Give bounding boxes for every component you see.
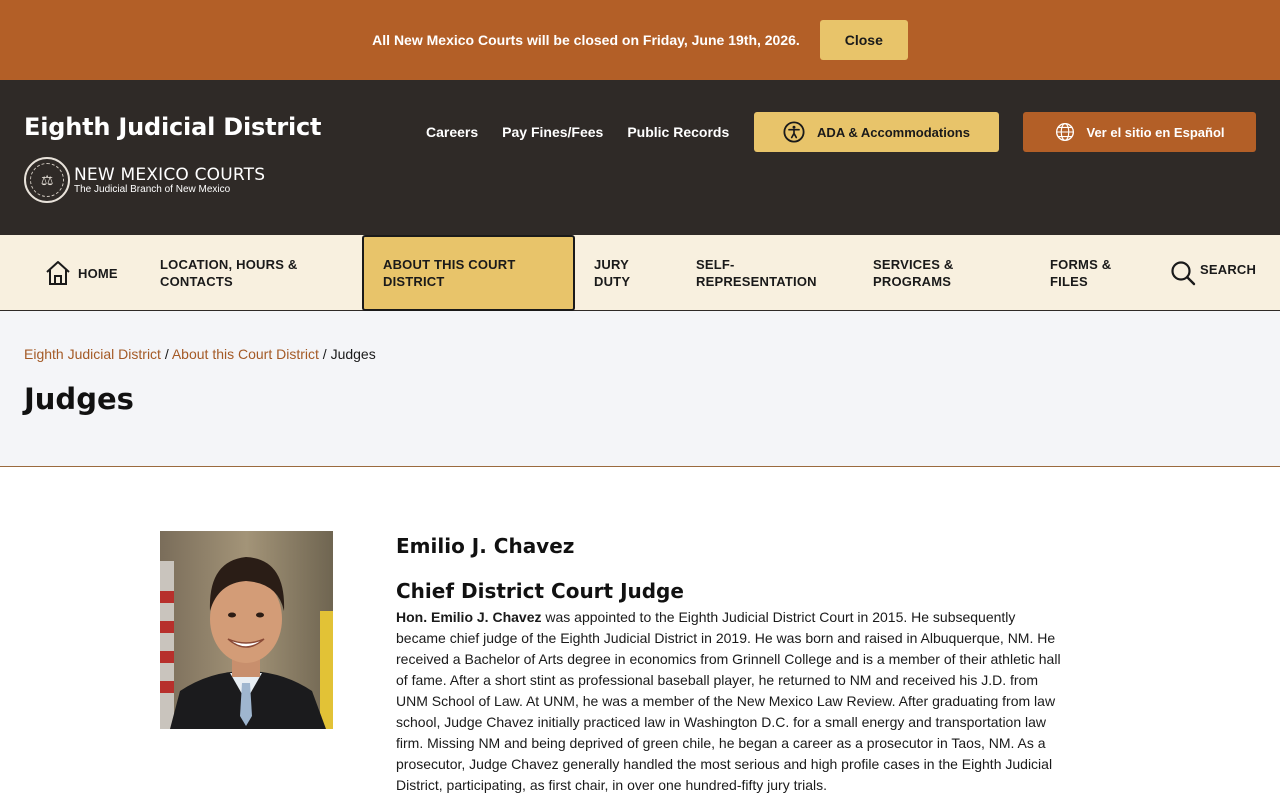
main-nav: HOME LOCATION, HOURS & CONTACTS ABOUT TH… [0,235,1280,311]
nav-home-label: HOME [78,265,118,281]
nav-self-representation[interactable]: SELF-REPRESENTATION [696,235,846,311]
utility-nav: Careers Pay Fines/Fees Public Records [426,124,729,140]
breadcrumb-link-home[interactable]: Eighth Judicial District [24,346,161,362]
pay-fines-link[interactable]: Pay Fines/Fees [502,124,603,140]
site-header: Eighth Judicial District ⚖ NEW MEXICO CO… [0,80,1280,235]
nav-search[interactable]: SEARCH [1170,235,1256,311]
ada-accommodations-button[interactable]: ADA & Accommodations [754,112,999,152]
spanish-site-button[interactable]: Ver el sitio en Español [1023,112,1256,152]
search-icon [1171,261,1196,286]
logo-sub-text: The Judicial Branch of New Mexico [74,183,231,195]
breadcrumb-current: Judges [330,346,376,362]
judge-portrait-image [160,531,333,729]
nav-jury-duty[interactable]: JURY DUTY [594,235,664,311]
nav-location-hours-contacts[interactable]: LOCATION, HOURS & CONTACTS [160,235,330,311]
nav-home[interactable]: HOME [44,235,118,311]
breadcrumb: Eighth Judicial District / About this Co… [24,346,376,362]
breadcrumb-separator: / [160,346,172,362]
close-alert-button[interactable]: Close [819,20,908,60]
alert-banner: All New Mexico Courts will be closed on … [0,0,1280,80]
home-icon [46,261,70,285]
spanish-label: Ver el sitio en Español [1086,124,1225,140]
judge-portrait [160,531,333,729]
ada-label: ADA & Accommodations [817,124,970,140]
site-title[interactable]: Eighth Judicial District [24,113,322,141]
breadcrumb-link-about[interactable]: About this Court District [172,346,319,362]
public-records-link[interactable]: Public Records [627,124,729,140]
logo-main-text: NEW MEXICO COURTS [74,164,266,185]
bio-body: was appointed to the Eighth Judicial Dis… [396,609,1061,793]
judge-biography: Hon. Emilio J. Chavez was appointed to t… [396,607,1061,796]
accessibility-icon [783,121,805,143]
nav-services-programs[interactable]: SERVICES & PROGRAMS [873,235,993,311]
page-header: Eighth Judicial District / About this Co… [0,311,1280,467]
breadcrumb-separator: / [318,346,331,362]
judge-name: Emilio J. Chavez [396,534,575,558]
page-title: Judges [24,382,134,416]
globe-icon [1055,123,1074,141]
alert-message: All New Mexico Courts will be closed on … [372,32,800,48]
judge-title: Chief District Court Judge [396,579,684,603]
nav-about-this-court-district[interactable]: ABOUT THIS COURT DISTRICT [362,235,575,311]
bio-name-bold: Hon. Emilio J. Chavez [396,609,542,625]
nav-forms-files[interactable]: FORMS & FILES [1050,235,1140,311]
careers-link[interactable]: Careers [426,124,478,140]
nav-search-label: SEARCH [1200,261,1257,277]
court-seal-icon: ⚖ [24,157,70,203]
nm-courts-logo[interactable]: ⚖ NEW MEXICO COURTS The Judicial Branch … [24,157,265,203]
